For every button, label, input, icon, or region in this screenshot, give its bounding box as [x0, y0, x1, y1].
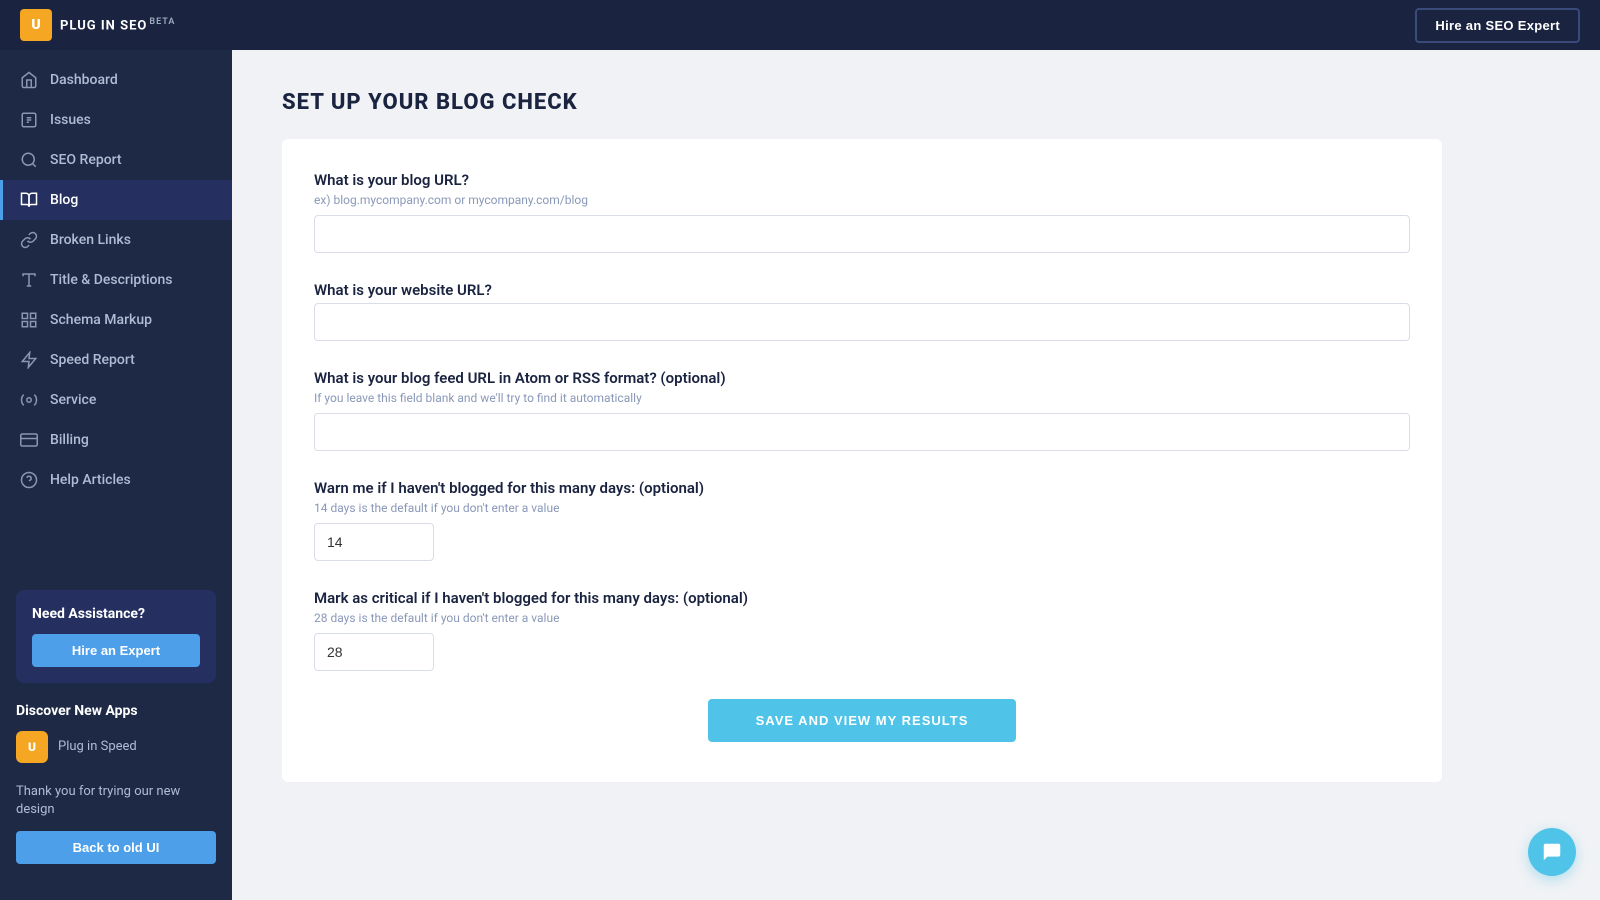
feed-url-input[interactable]: [314, 413, 1410, 451]
warn-days-group: Warn me if I haven't blogged for this ma…: [314, 479, 1410, 561]
need-assistance-title: Need Assistance?: [32, 606, 200, 622]
discover-section: Discover New Apps U Plug in Speed: [16, 703, 216, 763]
sidebar-item-help-articles[interactable]: Help Articles: [0, 460, 232, 500]
chat-bubble-button[interactable]: [1528, 828, 1576, 876]
sidebar-item-schema-markup[interactable]: Schema Markup: [0, 300, 232, 340]
sidebar-item-dashboard[interactable]: Dashboard: [0, 60, 232, 100]
form-card: What is your blog URL? ex) blog.mycompan…: [282, 139, 1442, 782]
website-url-label: What is your website URL?: [314, 281, 1410, 299]
page-title: SET UP YOUR BLOG CHECK: [282, 90, 1550, 115]
warn-days-label: Warn me if I haven't blogged for this ma…: [314, 479, 1410, 497]
thank-you-section: Thank you for trying our new design Back…: [16, 783, 216, 864]
sidebar-item-service[interactable]: Service: [0, 380, 232, 420]
logo-icon: U: [20, 9, 52, 41]
hire-expert-sidebar-button[interactable]: Hire an Expert: [32, 634, 200, 667]
sidebar: Dashboard Issues SEO Report Blog Broken …: [0, 50, 232, 900]
blog-url-group: What is your blog URL? ex) blog.mycompan…: [314, 171, 1410, 253]
logo-text: PLUG IN SEOBETA: [60, 17, 175, 33]
sidebar-item-billing[interactable]: Billing: [0, 420, 232, 460]
thank-you-text: Thank you for trying our new design: [16, 783, 216, 819]
website-url-group: What is your website URL?: [314, 281, 1410, 341]
back-to-old-ui-button[interactable]: Back to old UI: [16, 831, 216, 864]
sidebar-item-broken-links[interactable]: Broken Links: [0, 220, 232, 260]
sidebar-bottom: Need Assistance? Hire an Expert Discover…: [0, 570, 232, 900]
blog-url-input[interactable]: [314, 215, 1410, 253]
discover-app[interactable]: U Plug in Speed: [16, 731, 216, 763]
sidebar-item-title-descriptions[interactable]: Title & Descriptions: [0, 260, 232, 300]
app-name: Plug in Speed: [58, 739, 137, 754]
save-btn-wrapper: SAVE AND VIEW MY RESULTS: [314, 699, 1410, 742]
critical-days-group: Mark as critical if I haven't blogged fo…: [314, 589, 1410, 671]
hire-expert-nav-button[interactable]: Hire an SEO Expert: [1415, 8, 1580, 43]
feed-url-hint: If you leave this field blank and we'll …: [314, 391, 1410, 405]
blog-url-label: What is your blog URL?: [314, 171, 1410, 189]
feed-url-label: What is your blog feed URL in Atom or RS…: [314, 369, 1410, 387]
blog-url-hint: ex) blog.mycompany.com or mycompany.com/…: [314, 193, 1410, 207]
sidebar-item-blog[interactable]: Blog: [0, 180, 232, 220]
need-assistance-card: Need Assistance? Hire an Expert: [16, 590, 216, 683]
warn-days-hint: 14 days is the default if you don't ente…: [314, 501, 1410, 515]
sidebar-item-speed-report[interactable]: Speed Report: [0, 340, 232, 380]
app-icon: U: [16, 731, 48, 763]
sidebar-item-issues[interactable]: Issues: [0, 100, 232, 140]
sidebar-item-seo-report[interactable]: SEO Report: [0, 140, 232, 180]
main-content: SET UP YOUR BLOG CHECK What is your blog…: [232, 50, 1600, 900]
warn-days-input[interactable]: [314, 523, 434, 561]
critical-days-input[interactable]: [314, 633, 434, 671]
website-url-input[interactable]: [314, 303, 1410, 341]
critical-days-label: Mark as critical if I haven't blogged fo…: [314, 589, 1410, 607]
logo: U PLUG IN SEOBETA: [20, 9, 175, 41]
discover-title: Discover New Apps: [16, 703, 216, 719]
save-button[interactable]: SAVE AND VIEW MY RESULTS: [708, 699, 1017, 742]
top-nav: U PLUG IN SEOBETA Hire an SEO Expert: [0, 0, 1600, 50]
feed-url-group: What is your blog feed URL in Atom or RS…: [314, 369, 1410, 451]
critical-days-hint: 28 days is the default if you don't ente…: [314, 611, 1410, 625]
